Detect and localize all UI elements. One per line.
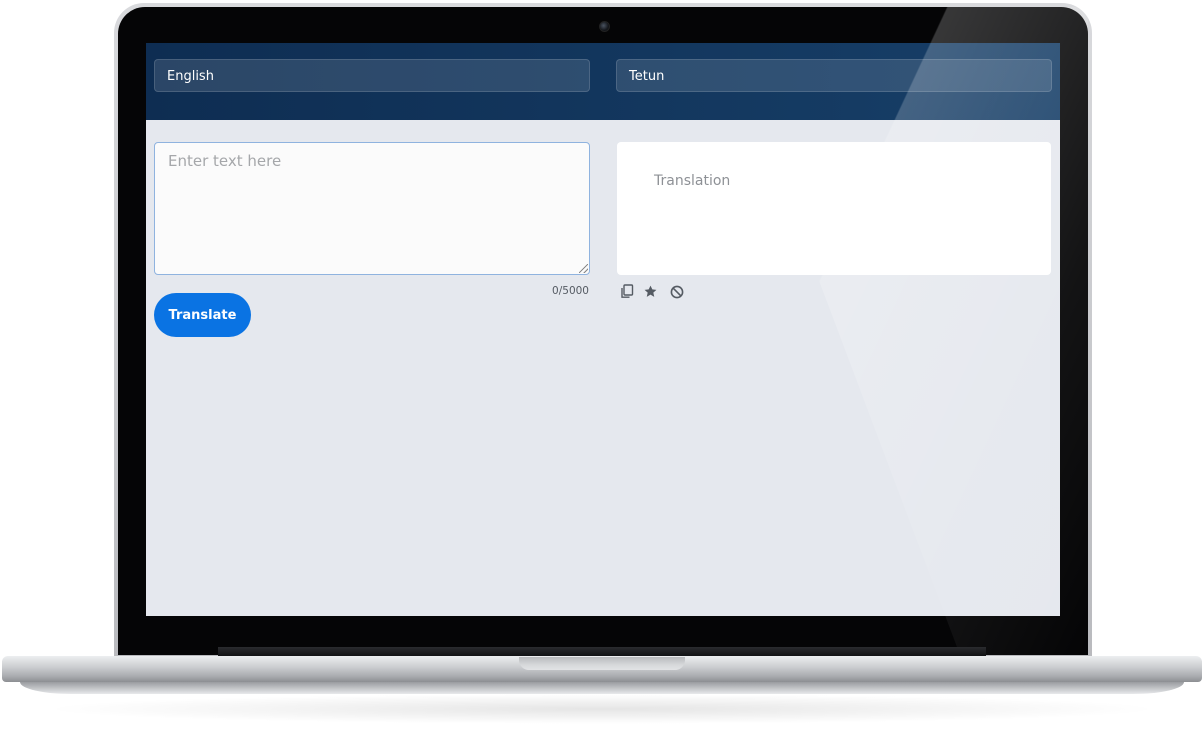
app-screen: English Tetun 0/5000 Translate Translati… xyxy=(146,43,1060,616)
app-header: English Tetun xyxy=(146,43,1060,120)
laptop-hinge xyxy=(218,647,986,656)
laptop-base-edge xyxy=(20,682,1184,694)
laptop-shadow xyxy=(40,694,1164,724)
translation-output: Translation xyxy=(617,142,1051,275)
translate-button[interactable]: Translate xyxy=(154,293,251,337)
star-icon[interactable] xyxy=(643,284,659,300)
character-counter: 0/5000 xyxy=(552,285,589,297)
copy-icon[interactable] xyxy=(620,284,636,300)
target-language-select[interactable]: Tetun xyxy=(616,59,1052,92)
laptop-mockup: English Tetun 0/5000 Translate Translati… xyxy=(0,0,1204,730)
webcam-icon xyxy=(599,21,610,32)
translation-placeholder: Translation xyxy=(654,173,731,189)
block-icon[interactable] xyxy=(670,285,686,301)
laptop-open-notch xyxy=(519,657,685,670)
resize-handle-icon[interactable] xyxy=(579,264,588,273)
source-language-select[interactable]: English xyxy=(154,59,590,92)
source-text-input[interactable] xyxy=(154,142,590,275)
